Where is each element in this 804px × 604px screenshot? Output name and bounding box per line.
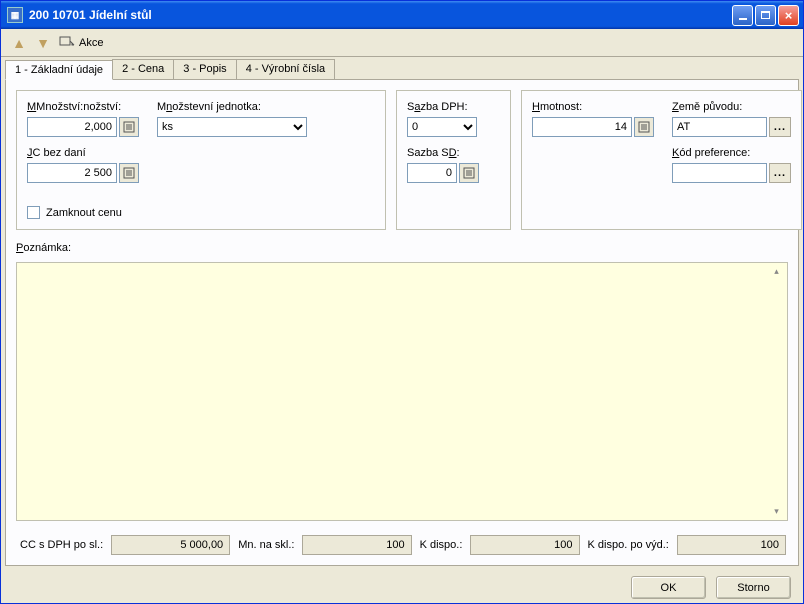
mnozstvi-input[interactable] (27, 117, 117, 137)
client-area: 1 - Základní údaje 2 - Cena 3 - Popis 4 … (1, 57, 803, 603)
sazba-sd-label: Sazba SD: (407, 147, 500, 159)
mnozstvi-label: MMnožství:nožství: (27, 101, 139, 113)
tabs: 1 - Základní údaje 2 - Cena 3 - Popis 4 … (5, 59, 799, 79)
group-mnozstvi: MMnožství:nožství: Množstevní jednotka: (16, 90, 386, 230)
hmotnost-calc-button[interactable] (634, 117, 654, 137)
hmotnost-label: Hmotnost: (532, 101, 654, 113)
close-button[interactable]: × (778, 5, 799, 26)
hmotnost-input[interactable] (532, 117, 632, 137)
akce-menu[interactable]: Akce (59, 35, 103, 51)
jc-input[interactable] (27, 163, 117, 183)
akce-icon (59, 35, 75, 51)
tab-popis[interactable]: 3 - Popis (173, 59, 236, 79)
scroll-up-icon[interactable]: ▴ (769, 266, 784, 277)
sazba-sd-input[interactable] (407, 163, 457, 183)
poznamka-textarea[interactable]: ▴ ▾ (16, 262, 788, 521)
zeme-puvodu-browse-button[interactable]: ... (769, 117, 791, 137)
maximize-button[interactable] (755, 5, 776, 26)
mnozstvi-calc-button[interactable] (119, 117, 139, 137)
sazba-dph-label: Sazba DPH: (407, 101, 500, 113)
minimize-button[interactable] (732, 5, 753, 26)
kd-value: 100 (470, 535, 579, 555)
kod-preference-input[interactable] (672, 163, 767, 183)
zamknout-cenu-label: Zamknout cenu (46, 207, 122, 219)
window-title: 200 10701 Jídelní stůl (29, 8, 152, 22)
toolbar: ▲ ▼ Akce (1, 29, 803, 57)
mn-label: Mn. na skl.: (236, 539, 296, 551)
kdv-label: K dispo. po výd.: (586, 539, 671, 551)
cc-value: 5 000,00 (111, 535, 230, 555)
tab-body: MMnožství:nožství: Množstevní jednotka: (5, 79, 799, 566)
mj-label: Množstevní jednotka: (157, 101, 307, 113)
prev-record-icon[interactable]: ▲ (11, 35, 27, 51)
kod-preference-browse-button[interactable]: ... (769, 163, 791, 183)
app-icon: ▦ (7, 7, 23, 23)
window: ▦ 200 10701 Jídelní stůl × ▲ ▼ Akce 1 - … (0, 0, 804, 604)
kdv-value: 100 (677, 535, 786, 555)
summary-row: CC s DPH po sl.: 5 000,00 Mn. na skl.: 1… (16, 529, 788, 555)
tab-cena[interactable]: 2 - Cena (112, 59, 174, 79)
kod-preference-label: Kód preference: (672, 147, 791, 159)
group-sazba: Sazba DPH: 0 Sazba SD: (396, 90, 511, 230)
titlebar: ▦ 200 10701 Jídelní stůl × (1, 1, 803, 29)
sazba-sd-calc-button[interactable] (459, 163, 479, 183)
jc-calc-button[interactable] (119, 163, 139, 183)
tab-vyrobni-cisla[interactable]: 4 - Výrobní čísla (236, 59, 335, 79)
akce-label: Akce (79, 37, 103, 49)
kd-label: K dispo.: (418, 539, 465, 551)
poznamka-label: Poznámka: (16, 242, 788, 254)
zeme-puvodu-input[interactable] (672, 117, 767, 137)
ok-button[interactable]: OK (631, 576, 706, 599)
mn-value: 100 (302, 535, 411, 555)
sazba-dph-select[interactable]: 0 (407, 117, 477, 137)
zamknout-cenu-checkbox[interactable] (27, 206, 40, 219)
jc-label: JC bez daní (27, 147, 139, 159)
mj-select[interactable]: ks (157, 117, 307, 137)
scroll-down-icon[interactable]: ▾ (769, 506, 784, 517)
next-record-icon[interactable]: ▼ (35, 35, 51, 51)
zeme-puvodu-label: Země původu: (672, 101, 791, 113)
storno-button[interactable]: Storno (716, 576, 791, 599)
tab-zakladni-udaje[interactable]: 1 - Základní údaje (5, 60, 113, 80)
cc-label: CC s DPH po sl.: (18, 539, 105, 551)
group-hmotnost: Hmotnost: Země původu: (521, 90, 802, 230)
